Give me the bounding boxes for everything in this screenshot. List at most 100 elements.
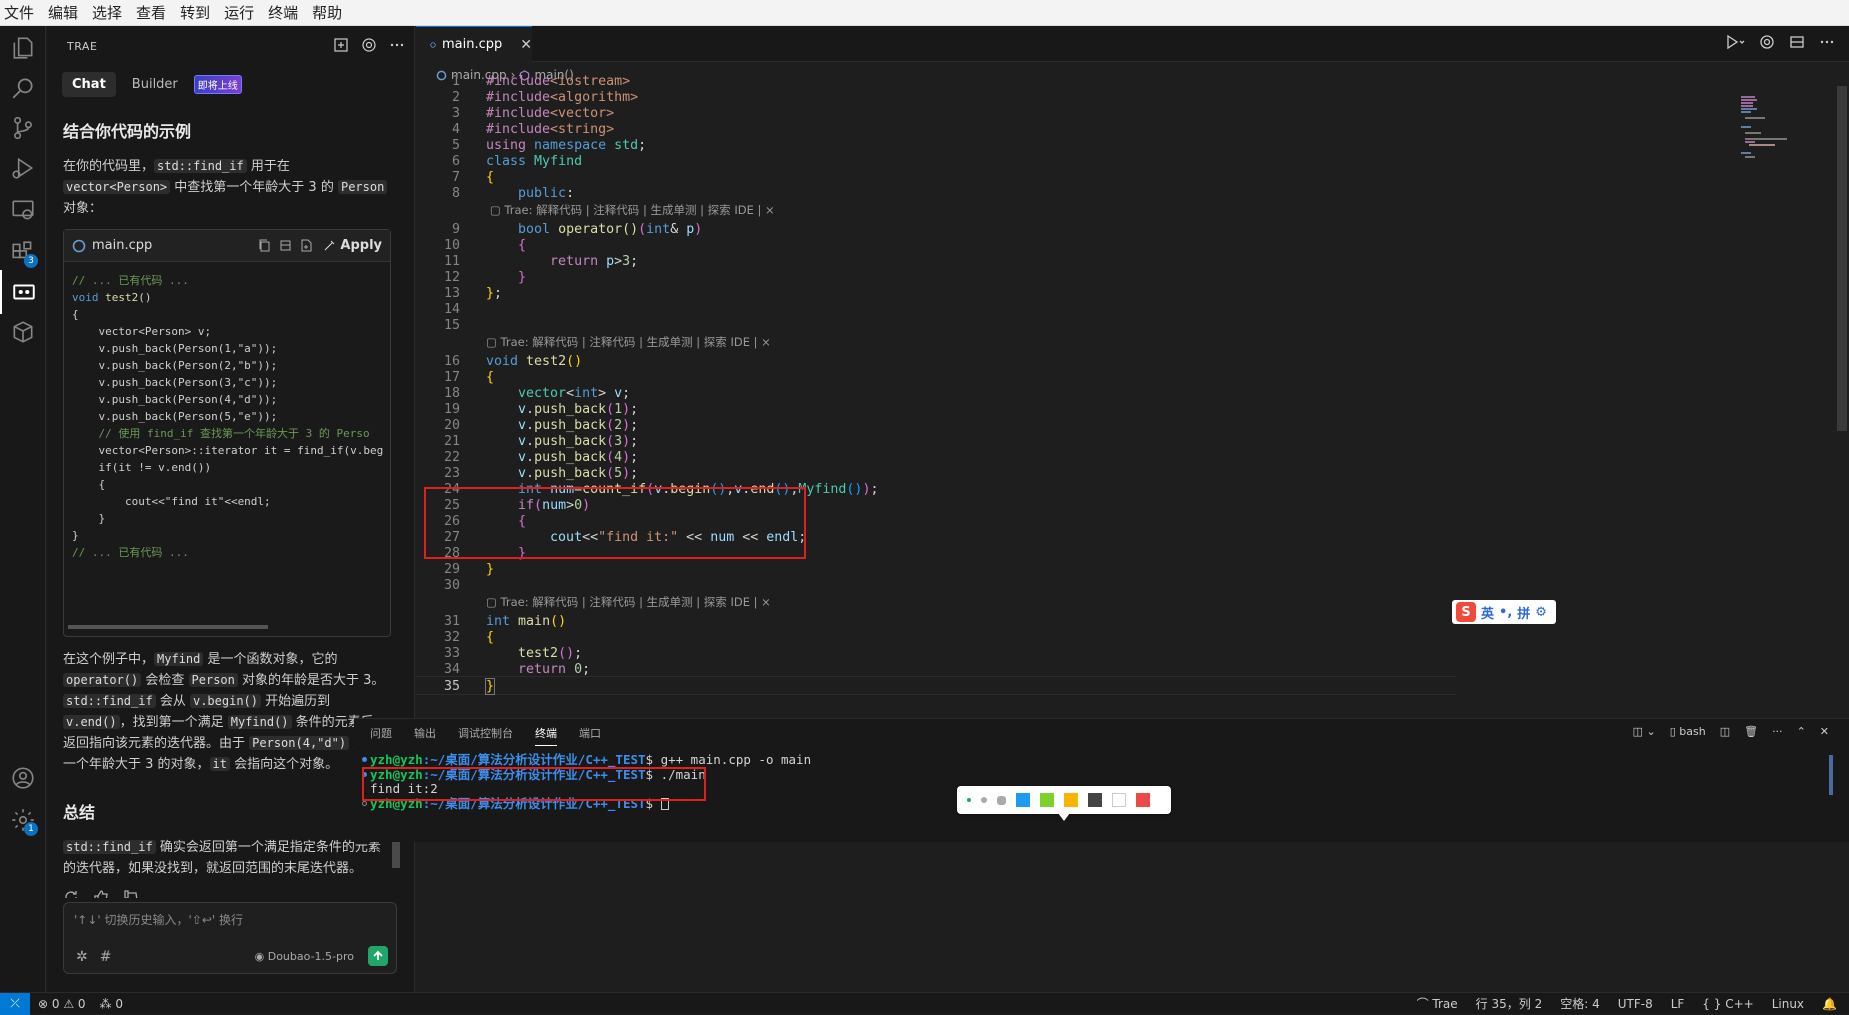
token: 5 [614,466,623,481]
platform[interactable]: Linux [1772,997,1804,1011]
more-button[interactable] [386,34,408,56]
menu-file[interactable]: 文件 [0,0,41,26]
layout-icon[interactable]: ◫ ⌄ [1633,725,1656,738]
remote-explorer-button[interactable] [0,188,46,232]
gear-icon[interactable] [1759,34,1775,50]
split-editor-icon[interactable] [1789,34,1805,50]
problems-status[interactable]: ⊗ 0 ⚠ 0 [38,997,86,1011]
thumbs-up-icon[interactable] [93,889,109,898]
code-card-line: if(it != v.end()) [72,461,212,474]
menu-help[interactable]: 帮助 [305,0,349,26]
code-card-hscrollbar[interactable] [68,622,386,632]
color-swatch-yellow[interactable] [1064,793,1078,807]
terminal-shell-selector[interactable]: ▯ bash [1670,725,1706,738]
chevron-up-icon[interactable]: ⌃ [1797,725,1806,738]
tab-debug-console[interactable]: 调试控制台 [458,725,513,746]
hash-icon[interactable]: # [100,949,112,965]
ime-pinyin[interactable]: 拼 [1517,603,1530,622]
scroll-thumb[interactable] [68,625,268,629]
apply-button[interactable]: Apply [323,238,382,253]
thumbs-down-icon[interactable] [123,889,139,898]
color-swatch-blue[interactable] [1016,793,1030,807]
extensions-button[interactable]: 3 [0,230,46,274]
chat-input[interactable] [74,909,384,931]
pen-size-small[interactable] [967,798,971,802]
menu-run[interactable]: 运行 [217,0,261,26]
new-file-icon[interactable] [300,239,313,252]
error-count: 0 [51,996,60,1011]
trae-status[interactable]: ⌒ Trae [1417,995,1458,1012]
editor-tab-main-cpp[interactable]: main.cpp ✕ [416,26,532,62]
ellipsis-icon[interactable] [1819,34,1835,50]
codelens-text: Trae: 解释代码 | 注释代码 | 生成单测 | 探索 IDE | × [500,335,771,349]
color-swatch-white[interactable] [1112,793,1126,807]
ellipsis-icon[interactable]: ··· [1772,725,1783,738]
send-button[interactable] [368,946,388,966]
bell-icon[interactable]: 🔔 [1822,997,1837,1011]
editor-scrollbar[interactable] [1835,86,1849,826]
encoding[interactable]: UTF-8 [1618,997,1653,1011]
ime-english[interactable]: 英 [1481,603,1494,622]
token: std [614,138,639,153]
codelens-trae[interactable]: ▢ Trae: 解释代码 | 注释代码 | 生成单测 | 探索 IDE | × [486,594,771,611]
arrow-up-icon [373,950,383,960]
menu-view[interactable]: 查看 [129,0,173,26]
copy-icon[interactable] [258,239,271,252]
code-editor[interactable]: 1 #include<iostream> 2 #include<algorithm>… [416,74,1716,826]
close-icon[interactable]: ✕ [1820,725,1829,738]
search-button[interactable] [0,66,46,110]
new-chat-button[interactable] [330,34,352,56]
pen-size-medium[interactable] [981,797,987,803]
ime-gear-icon[interactable]: ⚙ [1535,605,1547,620]
color-swatch-green[interactable] [1040,793,1054,807]
tab-builder[interactable]: Builder [122,72,188,97]
source-control-button[interactable] [0,106,46,150]
model-selector[interactable]: ◉ Doubao-1.5-pro [255,950,354,963]
tab-problems[interactable]: 问题 [370,725,392,746]
terminal-scrollbar[interactable] [1829,755,1833,795]
close-icon[interactable]: ✕ [520,37,532,53]
ime-punctuation-icon[interactable]: •, [1499,605,1512,620]
account-button[interactable] [0,756,46,800]
run-debug-button[interactable] [0,146,46,190]
scroll-thumb[interactable] [1837,86,1847,431]
split-terminal-icon[interactable]: ◫ [1720,725,1730,738]
tab-ports[interactable]: 端口 [579,725,601,746]
tab-output[interactable]: 输出 [414,725,436,746]
insert-icon[interactable] [279,239,292,252]
end-of-line[interactable]: LF [1671,997,1685,1011]
cursor-position[interactable]: 行 35，列 2 [1476,995,1543,1012]
token: 4 [614,450,623,465]
minimap[interactable] [1741,96,1801,166]
color-swatch-red[interactable] [1136,793,1150,807]
sparkle-icon[interactable]: ✲ [76,949,88,965]
indentation[interactable]: 空格: 4 [1560,995,1600,1012]
pen-size-large[interactable] [997,795,1006,805]
color-swatch-gray[interactable] [1088,793,1102,807]
regenerate-icon[interactable] [63,889,79,898]
token: #include [486,122,551,137]
menu-edit[interactable]: 编辑 [41,0,85,26]
manage-button[interactable]: 1 [0,798,46,842]
code-card-body: // ... 已有代码 ... void test2() { vector<Pers… [64,262,390,622]
ime-toolbar[interactable]: S 英 •, 拼 ⚙ [1452,600,1556,624]
tab-terminal[interactable]: 终端 [535,725,557,746]
run-icon[interactable] [1725,34,1745,50]
chat-settings-button[interactable] [358,34,380,56]
package-button[interactable] [0,310,46,354]
token: p [606,254,615,269]
menu-terminal[interactable]: 终端 [261,0,305,26]
menu-go[interactable]: 转到 [173,0,217,26]
explorer-button[interactable] [0,26,46,70]
code-card-line: // 使用 find_if 查找第一个年龄大于 3 的 Perso [72,427,370,440]
remote-indicator[interactable]: ⤫ [0,992,30,1015]
trash-icon[interactable]: 🗑 [1744,725,1758,738]
codelens-trae[interactable]: ▢ Trae: 解释代码 | 注释代码 | 生成单测 | 探索 IDE | × [486,334,771,351]
menu-selection[interactable]: 选择 [85,0,129,26]
gear-icon [362,38,376,52]
trae-chat-button[interactable] [0,270,46,314]
language-mode[interactable]: { } C++ [1702,997,1753,1011]
ports-status[interactable]: ⁂ 0 [100,997,123,1011]
codelens-trae[interactable]: ▢ Trae: 解释代码 | 注释代码 | 生成单测 | 探索 IDE | × [446,202,775,219]
tab-chat[interactable]: Chat [62,72,116,97]
